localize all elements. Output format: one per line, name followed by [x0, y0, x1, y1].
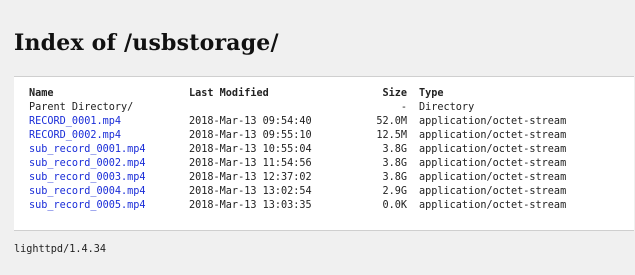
size-cell: 0.0K — [382, 200, 407, 211]
last-modified-cell: 2018-Mar-13 10:55:04 — [189, 144, 312, 155]
file-link[interactable]: sub_record_0003.mp4 — [29, 172, 146, 183]
type-cell: Directory — [419, 102, 475, 113]
type-cell: application/octet-stream — [419, 186, 567, 197]
file-link[interactable]: RECORD_0002.mp4 — [29, 130, 121, 141]
type-cell: application/octet-stream — [419, 172, 567, 183]
size-cell: 12.5M — [376, 130, 407, 141]
last-modified-cell: 2018-Mar-13 11:54:56 — [189, 158, 312, 169]
last-modified-cell: 2018-Mar-13 13:03:35 — [189, 200, 312, 211]
type-cell: application/octet-stream — [419, 130, 567, 141]
last-modified-cell — [189, 101, 349, 115]
size-cell: 2.9G — [382, 186, 407, 197]
size-cell: 3.8G — [382, 158, 407, 169]
file-link[interactable]: sub_record_0002.mp4 — [29, 158, 146, 169]
parent-directory-row: Parent Directory/ - Directory — [29, 101, 566, 115]
type-cell: application/octet-stream — [419, 158, 567, 169]
file-table: Name Last Modified Size Type Parent Dire… — [29, 87, 566, 213]
column-header-size[interactable]: Size — [349, 87, 407, 101]
file-link[interactable]: sub_record_0005.mp4 — [29, 200, 146, 211]
table-row: sub_record_0001.mp4 2018-Mar-13 10:55:04 3… — [29, 143, 566, 157]
type-cell: application/octet-stream — [419, 200, 567, 211]
type-cell: application/octet-stream — [419, 116, 567, 127]
type-cell: application/octet-stream — [419, 144, 567, 155]
last-modified-cell: 2018-Mar-13 09:55:10 — [189, 130, 312, 141]
table-row: sub_record_0004.mp4 2018-Mar-13 13:02:54 2… — [29, 185, 566, 199]
table-row: RECORD_0002.mp4 2018-Mar-13 09:55:10 12.5M… — [29, 129, 566, 143]
size-cell: 3.8G — [382, 144, 407, 155]
file-link[interactable]: RECORD_0001.mp4 — [29, 116, 121, 127]
directory-listing: Name Last Modified Size Type Parent Dire… — [14, 76, 634, 231]
table-row: RECORD_0001.mp4 2018-Mar-13 09:54:40 52.0M… — [29, 115, 566, 129]
last-modified-cell: 2018-Mar-13 09:54:40 — [189, 116, 312, 127]
table-row: sub_record_0002.mp4 2018-Mar-13 11:54:56 3… — [29, 157, 566, 171]
table-header-row: Name Last Modified Size Type — [29, 87, 566, 101]
column-header-type[interactable]: Type — [407, 87, 566, 101]
size-cell: 3.8G — [382, 172, 407, 183]
table-row: sub_record_0003.mp4 2018-Mar-13 12:37:02 3… — [29, 171, 566, 185]
last-modified-cell: 2018-Mar-13 12:37:02 — [189, 172, 312, 183]
page-title: Index of /usbstorage/ — [14, 30, 279, 56]
size-cell: 52.0M — [376, 116, 407, 127]
column-header-name[interactable]: Name — [29, 87, 189, 101]
file-link[interactable]: sub_record_0004.mp4 — [29, 186, 146, 197]
server-signature: lighttpd/1.4.34 — [14, 244, 107, 255]
last-modified-cell: 2018-Mar-13 13:02:54 — [189, 186, 312, 197]
file-link[interactable]: sub_record_0001.mp4 — [29, 144, 146, 155]
parent-directory-link[interactable]: Parent Directory/ — [29, 102, 133, 113]
column-header-last-modified[interactable]: Last Modified — [189, 87, 349, 101]
size-cell: - — [400, 102, 407, 113]
table-row: sub_record_0005.mp4 2018-Mar-13 13:03:35 0… — [29, 199, 566, 213]
